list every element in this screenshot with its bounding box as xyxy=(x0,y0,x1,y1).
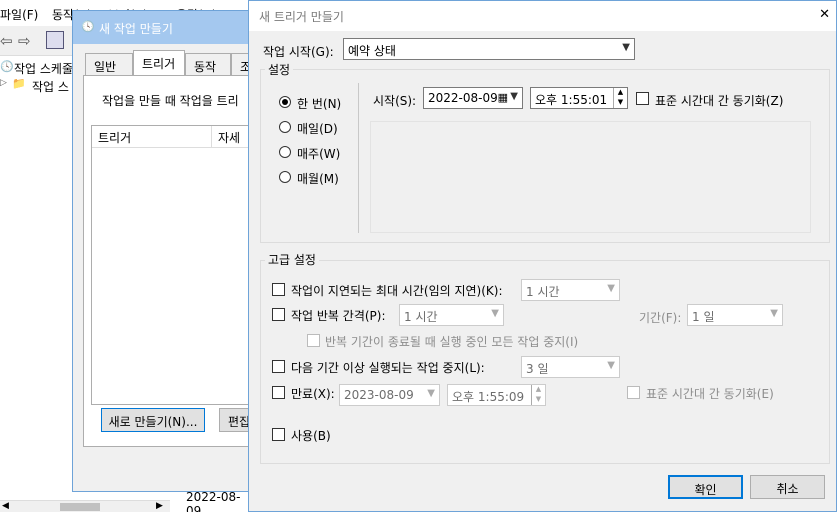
menu-file[interactable]: 파일(F) xyxy=(0,6,38,23)
expire-time-value: 오후 1:55:09 xyxy=(452,390,525,404)
stop-long-running-checkbox[interactable] xyxy=(272,360,285,373)
repeat-label[interactable]: 작업 반복 간격(P): xyxy=(291,307,386,324)
start-task-select[interactable]: 예약 상태 ▼ xyxy=(343,38,635,60)
spin-up-icon[interactable]: ▲ xyxy=(531,385,545,395)
settings-group-label: 설정 xyxy=(265,61,294,78)
settings-divider xyxy=(358,83,359,233)
chevron-down-icon: ▼ xyxy=(510,91,518,102)
start-task-label: 작업 시작(G): xyxy=(263,45,334,59)
forward-arrow-icon[interactable]: ⇨ xyxy=(18,32,31,50)
new-trigger-dialog: 새 트리거 만들기 ✕ 작업 시작(G): 예약 상태 ▼ 설정 한 번(N) … xyxy=(248,0,837,512)
enabled-checkbox[interactable] xyxy=(272,428,285,441)
spin-down-icon[interactable]: ▼ xyxy=(613,98,627,108)
column-details[interactable]: 자세 xyxy=(218,129,240,146)
dialog-title-bar: 새 트리거 만들기 ✕ xyxy=(249,1,836,31)
dialog-title: 새 트리거 만들기 xyxy=(259,10,344,24)
radio-monthly-label[interactable]: 매월(M) xyxy=(297,170,339,187)
duration-value: 1 일 xyxy=(692,310,715,324)
radio-daily-label[interactable]: 매일(D) xyxy=(297,120,338,137)
delay-select[interactable]: 1 시간 ▼ xyxy=(521,279,620,301)
expand-arrow-icon[interactable]: ▷ xyxy=(0,78,7,88)
radio-once-label[interactable]: 한 번(N) xyxy=(297,95,341,112)
start-task-value: 예약 상태 xyxy=(348,44,396,58)
trigger-list-header: 트리거 자세 xyxy=(92,126,250,148)
sync-timezone-label[interactable]: 표준 시간대 간 동기화(Z) xyxy=(655,92,783,109)
radio-monthly[interactable] xyxy=(279,171,291,183)
tree-item-scheduler[interactable]: 작업 스케줄 xyxy=(14,60,73,77)
chevron-down-icon: ▼ xyxy=(607,283,615,294)
chevron-down-icon: ▼ xyxy=(607,360,615,371)
ok-button[interactable]: 확인 xyxy=(668,475,743,499)
calendar-icon[interactable]: ▦ xyxy=(498,91,508,104)
column-trigger[interactable]: 트리거 xyxy=(98,129,131,146)
dialog-title: 새 작업 만들기 xyxy=(99,22,173,36)
delay-value: 1 시간 xyxy=(526,285,560,299)
tree-item-library[interactable]: 작업 스 xyxy=(32,78,69,95)
stop-long-running-label[interactable]: 다음 기간 이상 실행되는 작업 중지(L): xyxy=(291,359,485,376)
create-task-dialog: 🕓 새 작업 만들기 일반 트리거 동작 조 작업을 만들 때 작업을 트리 트… xyxy=(72,10,259,492)
expire-checkbox[interactable] xyxy=(272,386,285,399)
delay-checkbox[interactable] xyxy=(272,283,285,296)
stop-long-running-value: 3 일 xyxy=(526,362,549,376)
scroll-left-icon[interactable]: ◀ xyxy=(2,501,9,511)
start-time-picker[interactable]: 오후 1:55:01 ▲ ▼ xyxy=(530,87,628,109)
back-arrow-icon[interactable]: ⇦ xyxy=(0,32,13,50)
start-label: 시작(S): xyxy=(373,94,417,108)
stop-repeat-label[interactable]: 반복 기간이 종료될 때 실행 중인 모든 작업 중지(I) xyxy=(325,333,578,350)
radio-weekly[interactable] xyxy=(279,146,291,158)
chevron-down-icon: ▼ xyxy=(427,388,435,399)
console-tree-icon[interactable] xyxy=(46,31,64,49)
stop-long-running-select[interactable]: 3 일 ▼ xyxy=(521,356,620,378)
chevron-down-icon: ▼ xyxy=(622,42,630,53)
trigger-list[interactable]: 트리거 자세 xyxy=(91,125,251,405)
spin-up-icon[interactable]: ▲ xyxy=(613,88,627,98)
clock-icon: 🕓 xyxy=(81,20,95,33)
new-trigger-button[interactable]: 새로 만들기(N)... xyxy=(101,408,205,432)
horizontal-scrollbar[interactable]: ◀ ▶ xyxy=(0,500,170,512)
start-date-picker[interactable]: 2022-08-09 ▦ ▼ xyxy=(423,87,523,109)
close-icon[interactable]: ✕ xyxy=(819,7,830,22)
recurrence-options-panel xyxy=(370,121,811,233)
enabled-label[interactable]: 사용(B) xyxy=(291,427,331,444)
repeat-checkbox[interactable] xyxy=(272,308,285,321)
dialog-title-bar: 🕓 새 작업 만들기 xyxy=(73,11,249,44)
scrollbar-thumb[interactable] xyxy=(60,503,100,511)
repeat-select[interactable]: 1 시간 ▼ xyxy=(399,304,504,326)
navigation-tree: 🕓 작업 스케줄 ▷ 📁 작업 스 xyxy=(0,56,80,506)
expire-sync-checkbox[interactable] xyxy=(627,386,640,399)
advanced-settings-label: 고급 설정 xyxy=(265,251,319,268)
duration-select[interactable]: 1 일 ▼ xyxy=(687,304,783,326)
duration-label: 기간(F): xyxy=(639,311,682,325)
start-date-value: 2022-08-09 xyxy=(428,91,498,105)
radio-daily[interactable] xyxy=(279,121,291,133)
toolbar: ⇦ ⇨ xyxy=(0,26,80,56)
sync-timezone-checkbox[interactable] xyxy=(636,92,649,105)
expire-sync-label[interactable]: 표준 시간대 간 동기화(E) xyxy=(646,385,774,402)
tab-triggers[interactable]: 트리거 xyxy=(133,50,185,76)
cancel-button[interactable]: 취소 xyxy=(750,475,825,499)
chevron-down-icon: ▼ xyxy=(491,308,499,319)
delay-label[interactable]: 작업이 지연되는 최대 시간(임의 지연)(K): xyxy=(291,282,503,299)
spin-down-icon[interactable]: ▼ xyxy=(531,395,545,405)
start-time-value: 오후 1:55:01 xyxy=(535,93,608,107)
folder-icon: 📁 xyxy=(12,77,26,90)
clock-icon: 🕓 xyxy=(0,60,14,73)
tab-actions[interactable]: 동작 xyxy=(185,53,231,75)
scroll-right-icon[interactable]: ▶ xyxy=(156,501,163,511)
expire-date-value: 2023-08-09 xyxy=(344,388,414,402)
expire-time-picker[interactable]: 오후 1:55:09 ▲ ▼ xyxy=(447,384,546,406)
task-date-text: 2022-08-09 xyxy=(186,490,241,512)
radio-once[interactable] xyxy=(279,96,291,108)
column-divider xyxy=(211,126,212,148)
expire-label[interactable]: 만료(X): xyxy=(291,385,335,402)
repeat-value: 1 시간 xyxy=(404,310,438,324)
triggers-description: 작업을 만들 때 작업을 트리 xyxy=(102,94,239,108)
stop-repeat-checkbox[interactable] xyxy=(307,334,320,347)
expire-date-picker[interactable]: 2023-08-09 ▼ xyxy=(339,384,440,406)
tab-general[interactable]: 일반 xyxy=(85,53,133,75)
radio-weekly-label[interactable]: 매주(W) xyxy=(297,145,340,162)
chevron-down-icon: ▼ xyxy=(770,308,778,319)
